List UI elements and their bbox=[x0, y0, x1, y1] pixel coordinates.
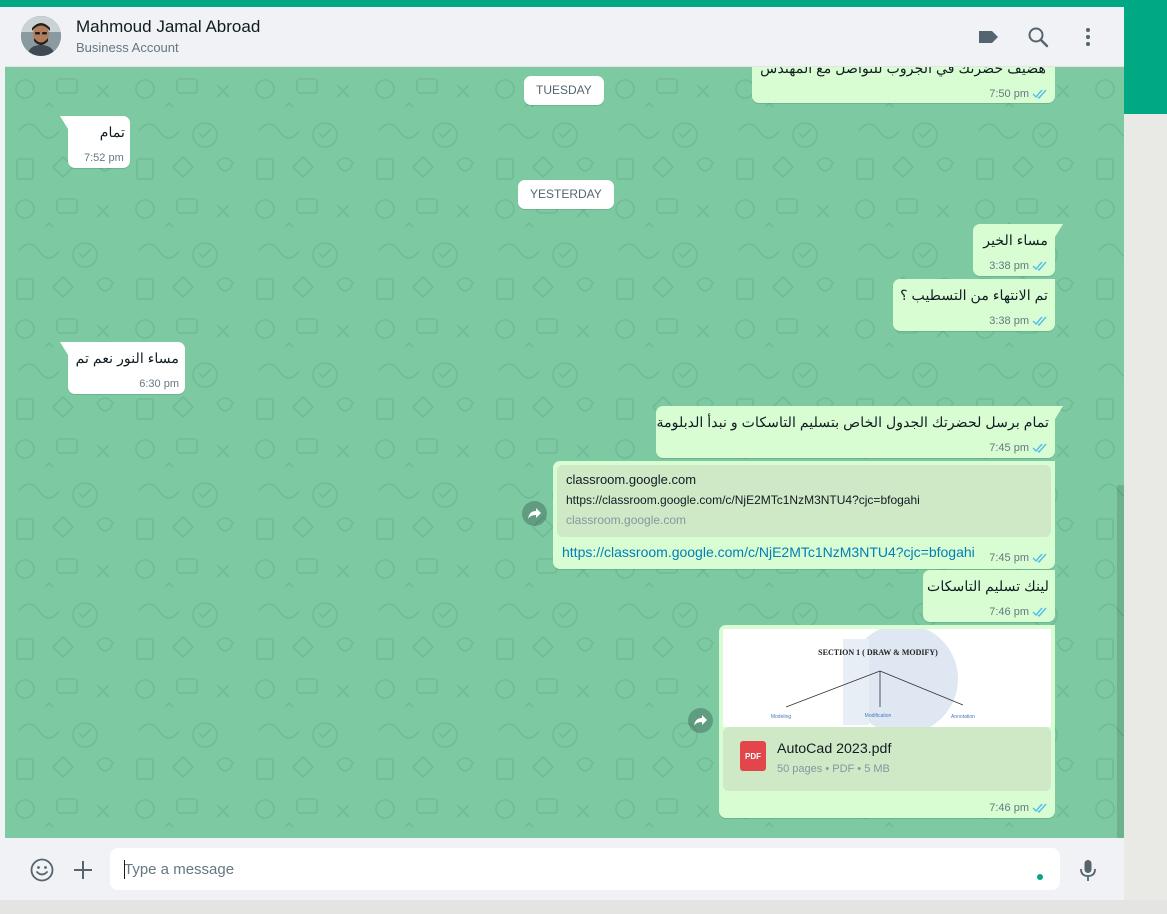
message-time: 7:52 pm bbox=[84, 152, 124, 164]
message-text: هضيف حضرتك في الجروب للتواصل مع المهندس bbox=[760, 67, 1046, 77]
message-time: 7:46 pm bbox=[989, 606, 1029, 618]
thumbnail-label: Annotation bbox=[951, 714, 975, 720]
message-text: تمام برسل لحضرتك الجدول الخاص بتسليم الت… bbox=[656, 415, 1049, 431]
avatar[interactable] bbox=[21, 16, 61, 56]
thumbnail-heading: SECTION 1 ( DRAW & MODIFY) bbox=[818, 648, 938, 657]
message-time: 7:50 pm bbox=[989, 88, 1029, 100]
message-time: 7:46 pm bbox=[989, 802, 1029, 814]
message-text: مساء النور نعم تم bbox=[75, 351, 179, 367]
forward-button[interactable] bbox=[522, 501, 547, 526]
read-receipt-icon bbox=[1032, 443, 1047, 453]
date-divider: TUESDAY bbox=[524, 76, 604, 105]
contact-subtitle: Business Account bbox=[76, 40, 179, 55]
message-text: تمام bbox=[99, 125, 125, 141]
document-info[interactable]: PDF AutoCad 2023.pdf 50 pages • PDF • 5 … bbox=[723, 727, 1051, 791]
message-time: 3:38 pm bbox=[989, 260, 1029, 272]
link-preview-description: https://classroom.google.com/c/NjE2MTc1N… bbox=[566, 493, 920, 507]
forward-icon bbox=[694, 715, 707, 726]
compose-bar bbox=[5, 838, 1124, 900]
document-name: AutoCad 2023.pdf bbox=[777, 741, 892, 757]
forward-icon bbox=[528, 508, 541, 519]
date-divider: YESTERDAY bbox=[518, 180, 614, 209]
message-outgoing-document[interactable]: SECTION 1 ( DRAW & MODIFY) Modeling Modi… bbox=[719, 625, 1055, 818]
pdf-icon: PDF bbox=[740, 741, 766, 771]
read-receipt-icon bbox=[1032, 261, 1047, 271]
forward-button[interactable] bbox=[688, 708, 713, 733]
message-time: 3:38 pm bbox=[989, 315, 1029, 327]
link-preview-title: classroom.google.com bbox=[566, 472, 697, 487]
message-incoming[interactable]: مساء النور نعم تم 6:30 pm bbox=[60, 342, 185, 394]
chat-header[interactable]: Mahmoud Jamal Abroad Business Account bbox=[5, 7, 1124, 67]
label-icon[interactable] bbox=[975, 24, 1001, 50]
message-link[interactable]: https://classroom.google.com/c/NjE2MTc1N… bbox=[562, 544, 975, 560]
attach-icon[interactable] bbox=[70, 857, 96, 888]
thumbnail-label: Modeling bbox=[771, 714, 792, 720]
message-time: 7:45 pm bbox=[989, 552, 1029, 564]
message-text: تم الانتهاء من التسطيب ؟ bbox=[900, 288, 1048, 304]
message-outgoing-link[interactable]: classroom.google.com https://classroom.g… bbox=[553, 461, 1055, 569]
message-incoming[interactable]: تمام 7:52 pm bbox=[60, 116, 130, 168]
link-preview[interactable]: classroom.google.com https://classroom.g… bbox=[557, 465, 1051, 537]
message-time: 6:30 pm bbox=[139, 378, 179, 390]
read-receipt-icon bbox=[1032, 553, 1047, 563]
contact-name[interactable]: Mahmoud Jamal Abroad bbox=[76, 17, 260, 37]
emoji-icon[interactable] bbox=[29, 857, 55, 888]
read-receipt-icon bbox=[1032, 607, 1047, 617]
bottom-edge bbox=[0, 900, 1167, 914]
document-thumbnail[interactable]: SECTION 1 ( DRAW & MODIFY) Modeling Modi… bbox=[723, 629, 1051, 727]
message-time: 7:45 pm bbox=[989, 442, 1029, 454]
status-dot bbox=[1037, 874, 1043, 880]
message-outgoing[interactable]: تمام برسل لحضرتك الجدول الخاص بتسليم الت… bbox=[656, 406, 1063, 458]
link-preview-domain: classroom.google.com bbox=[566, 513, 687, 527]
right-accent-block bbox=[1124, 7, 1167, 114]
right-background bbox=[1124, 114, 1167, 914]
message-text: لينك تسليم التاسكات bbox=[926, 579, 1049, 595]
text-caret bbox=[124, 860, 125, 879]
message-outgoing[interactable]: تم الانتهاء من التسطيب ؟ 3:38 pm bbox=[893, 279, 1055, 331]
document-meta: 50 pages • PDF • 5 MB bbox=[777, 763, 890, 775]
menu-icon[interactable] bbox=[1075, 24, 1101, 50]
message-outgoing[interactable]: لينك تسليم التاسكات 7:46 pm bbox=[923, 570, 1055, 622]
microphone-icon[interactable] bbox=[1075, 857, 1101, 888]
read-receipt-icon bbox=[1032, 803, 1047, 813]
message-list[interactable]: هضيف حضرتك في الجروب للتواصل مع المهندس … bbox=[5, 67, 1124, 838]
message-text: مساء الخير bbox=[983, 233, 1048, 249]
search-icon[interactable] bbox=[1025, 24, 1051, 50]
chat-window: Mahmoud Jamal Abroad Business Account هض… bbox=[5, 7, 1124, 900]
scrollbar[interactable] bbox=[1117, 485, 1124, 838]
thumbnail-label: Modification bbox=[865, 713, 892, 719]
read-receipt-icon bbox=[1032, 89, 1047, 99]
message-outgoing[interactable]: هضيف حضرتك في الجروب للتواصل مع المهندس … bbox=[752, 67, 1055, 103]
read-receipt-icon bbox=[1032, 316, 1047, 326]
message-input[interactable] bbox=[110, 848, 1060, 890]
top-accent-bar bbox=[0, 0, 1167, 7]
message-outgoing[interactable]: مساء الخير 3:38 pm bbox=[973, 224, 1063, 276]
